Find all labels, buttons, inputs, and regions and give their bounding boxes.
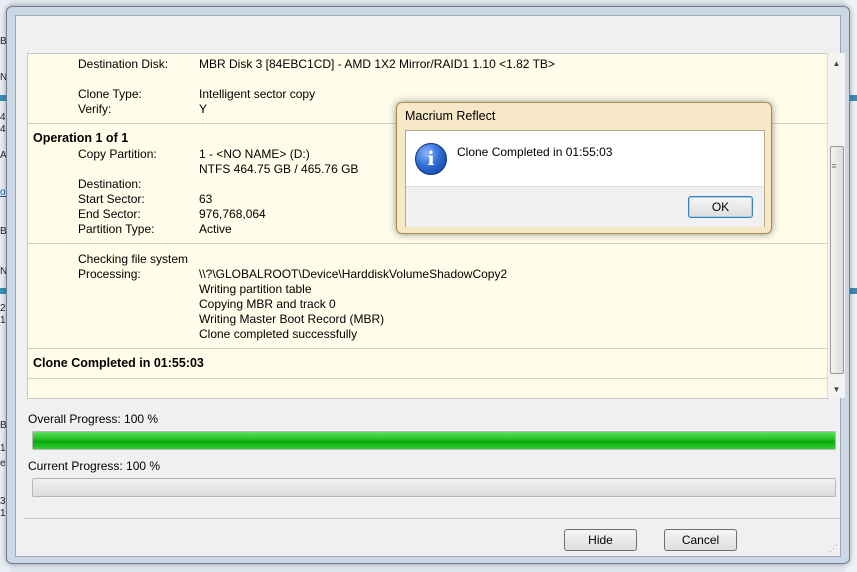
copy-partition-value: 1 - <NO NAME> (D:) <box>199 147 310 161</box>
end-sector-label: End Sector: <box>78 207 141 221</box>
dest-disk-label: Destination Disk: <box>78 57 169 71</box>
overall-progress-fill <box>33 432 835 449</box>
information-icon: i <box>415 143 447 175</box>
dialog-button-area: OK <box>406 186 764 227</box>
processing-line: Writing Master Boot Record (MBR) <box>199 312 385 326</box>
overall-progress-bar <box>32 431 836 450</box>
current-progress-label: Current Progress: 100 % <box>28 459 161 473</box>
log-separator <box>28 378 828 379</box>
dialog-title: Macrium Reflect <box>405 109 496 123</box>
destination-label: Destination: <box>78 177 142 191</box>
clone-type-value: Intelligent sector copy <box>199 87 316 101</box>
scroll-down-arrow-icon[interactable]: ▼ <box>828 381 845 398</box>
log-separator <box>28 243 828 244</box>
hide-button[interactable]: Hide <box>564 529 637 551</box>
footer-divider <box>24 518 840 519</box>
bg-fragment: 1 <box>0 443 6 454</box>
cancel-button[interactable]: Cancel <box>664 529 737 551</box>
processing-line: \\?\GLOBALROOT\Device\HarddiskVolumeShad… <box>199 267 508 281</box>
copy-partition-fs: NTFS 464.75 GB / 465.76 GB <box>199 162 359 176</box>
clone-completed-summary: Clone Completed in 01:55:03 <box>33 356 204 370</box>
processing-label: Processing: <box>78 267 141 281</box>
end-sector-value: 976,768,064 <box>199 207 266 221</box>
dialog-message: Clone Completed in 01:55:03 <box>457 145 613 159</box>
overall-progress-label: Overall Progress: 100 % <box>28 412 159 426</box>
current-progress-fill <box>33 479 835 496</box>
dest-disk-value: MBR Disk 3 [84EBC1CD] - AMD 1X2 Mirror/R… <box>199 57 555 71</box>
partition-type-value: Active <box>199 222 232 236</box>
scrollbar-thumb[interactable] <box>830 146 844 374</box>
window-client-area: Destination Disk: MBR Disk 3 [84EBC1CD] … <box>15 15 845 557</box>
processing-line: Clone completed successfully <box>199 327 358 341</box>
clone-progress-window: Destination Disk: MBR Disk 3 [84EBC1CD] … <box>6 6 850 564</box>
start-sector-value: 63 <box>199 192 213 206</box>
clone-type-label: Clone Type: <box>78 87 142 101</box>
resize-grip-icon[interactable]: ⋰ <box>829 543 838 554</box>
scrollbar-grip-icon: ≡ <box>831 161 837 171</box>
log-separator <box>28 348 828 349</box>
verify-value: Y <box>199 102 208 116</box>
verify-label: Verify: <box>78 102 112 116</box>
start-sector-label: Start Sector: <box>78 192 145 206</box>
macrium-message-dialog: Macrium Reflect i Clone Completed in 01:… <box>396 102 772 234</box>
current-progress-bar <box>32 478 836 497</box>
operation-heading: Operation 1 of 1 <box>33 131 129 145</box>
dialog-body: i Clone Completed in 01:55:03 OK <box>405 130 765 227</box>
processing-line: Copying MBR and track 0 <box>199 297 336 311</box>
log-scrollbar[interactable]: ▲ ≡ ▼ <box>827 53 845 398</box>
copy-partition-label: Copy Partition: <box>78 147 157 161</box>
processing-line: Writing partition table <box>199 282 312 296</box>
checking-file-system: Checking file system <box>78 252 189 266</box>
partition-type-label: Partition Type: <box>78 222 155 236</box>
scroll-up-arrow-icon[interactable]: ▲ <box>828 55 845 72</box>
ok-button[interactable]: OK <box>688 196 753 218</box>
